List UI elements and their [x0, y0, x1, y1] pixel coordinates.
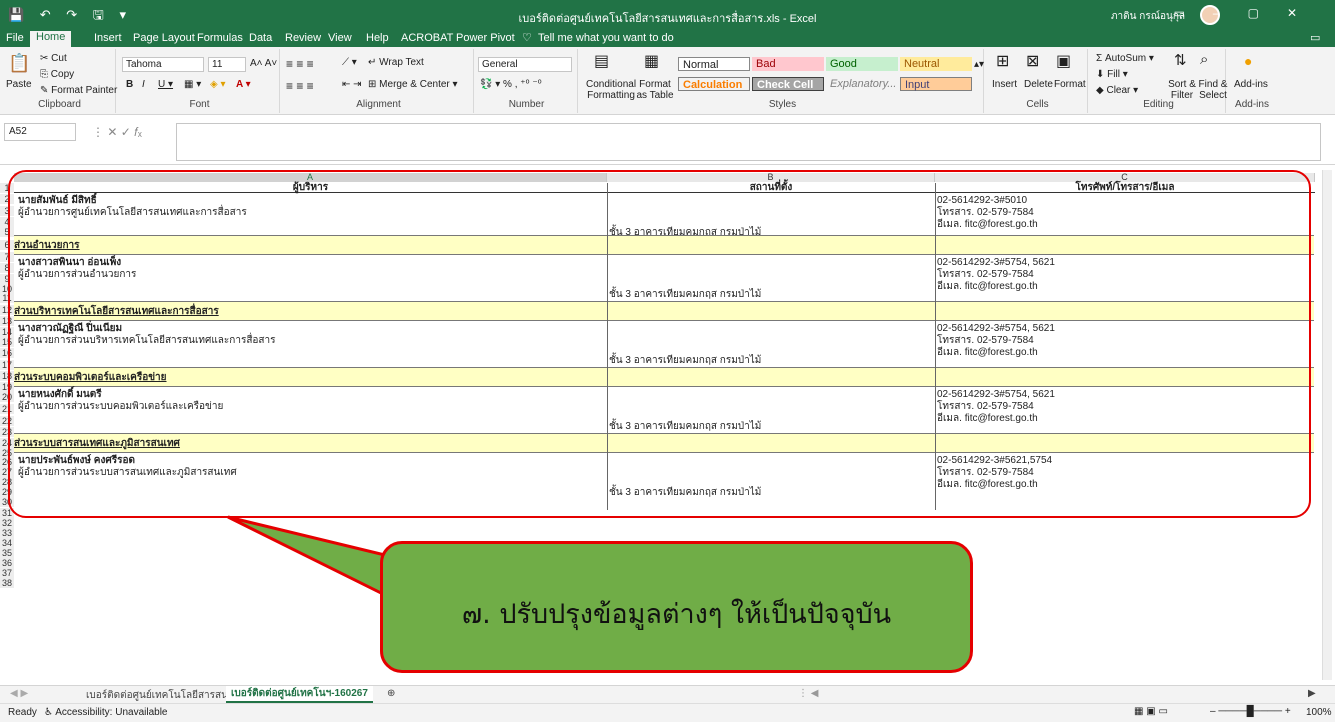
- view-buttons[interactable]: ▦ ▣ ▭: [1134, 706, 1168, 717]
- hscroll-handle[interactable]: ⋮ ◀: [798, 688, 818, 699]
- hscroll-right-icon[interactable]: ▶: [1308, 688, 1316, 699]
- accessibility-icon: ♿: [44, 707, 56, 718]
- sheet-tabs-bar: ◀ ▶ เบอร์ติดต่อศูนย์เทคโนโลยีสารสนเ เบอร…: [0, 685, 1335, 703]
- status-bar: Ready ♿ Accessibility: Unavailable ▦ ▣ ▭…: [0, 703, 1335, 722]
- accessibility-status[interactable]: ♿ Accessibility: Unavailable: [44, 707, 167, 718]
- tab-scroll-icons[interactable]: ◀ ▶: [10, 688, 28, 699]
- status-ready: Ready: [8, 707, 37, 718]
- add-sheet-icon[interactable]: ⊕: [387, 688, 395, 699]
- sheet-tab-2[interactable]: เบอร์ติดต่อศูนย์เทคโนฯ-160267: [226, 686, 373, 703]
- sheet-tab-1[interactable]: เบอร์ติดต่อศูนย์เทคโนโลยีสารสนเ: [86, 688, 231, 703]
- zoom-level[interactable]: 100%: [1306, 707, 1332, 718]
- callout-box: ๗. ปรับปรุงข้อมูลต่างๆ ให้เป็นปัจจุบัน: [380, 541, 973, 673]
- zoom-slider[interactable]: – ────█──── +: [1210, 706, 1291, 717]
- callout-text: ๗. ปรับปรุงข้อมูลต่างๆ ให้เป็นปัจจุบัน: [461, 599, 892, 630]
